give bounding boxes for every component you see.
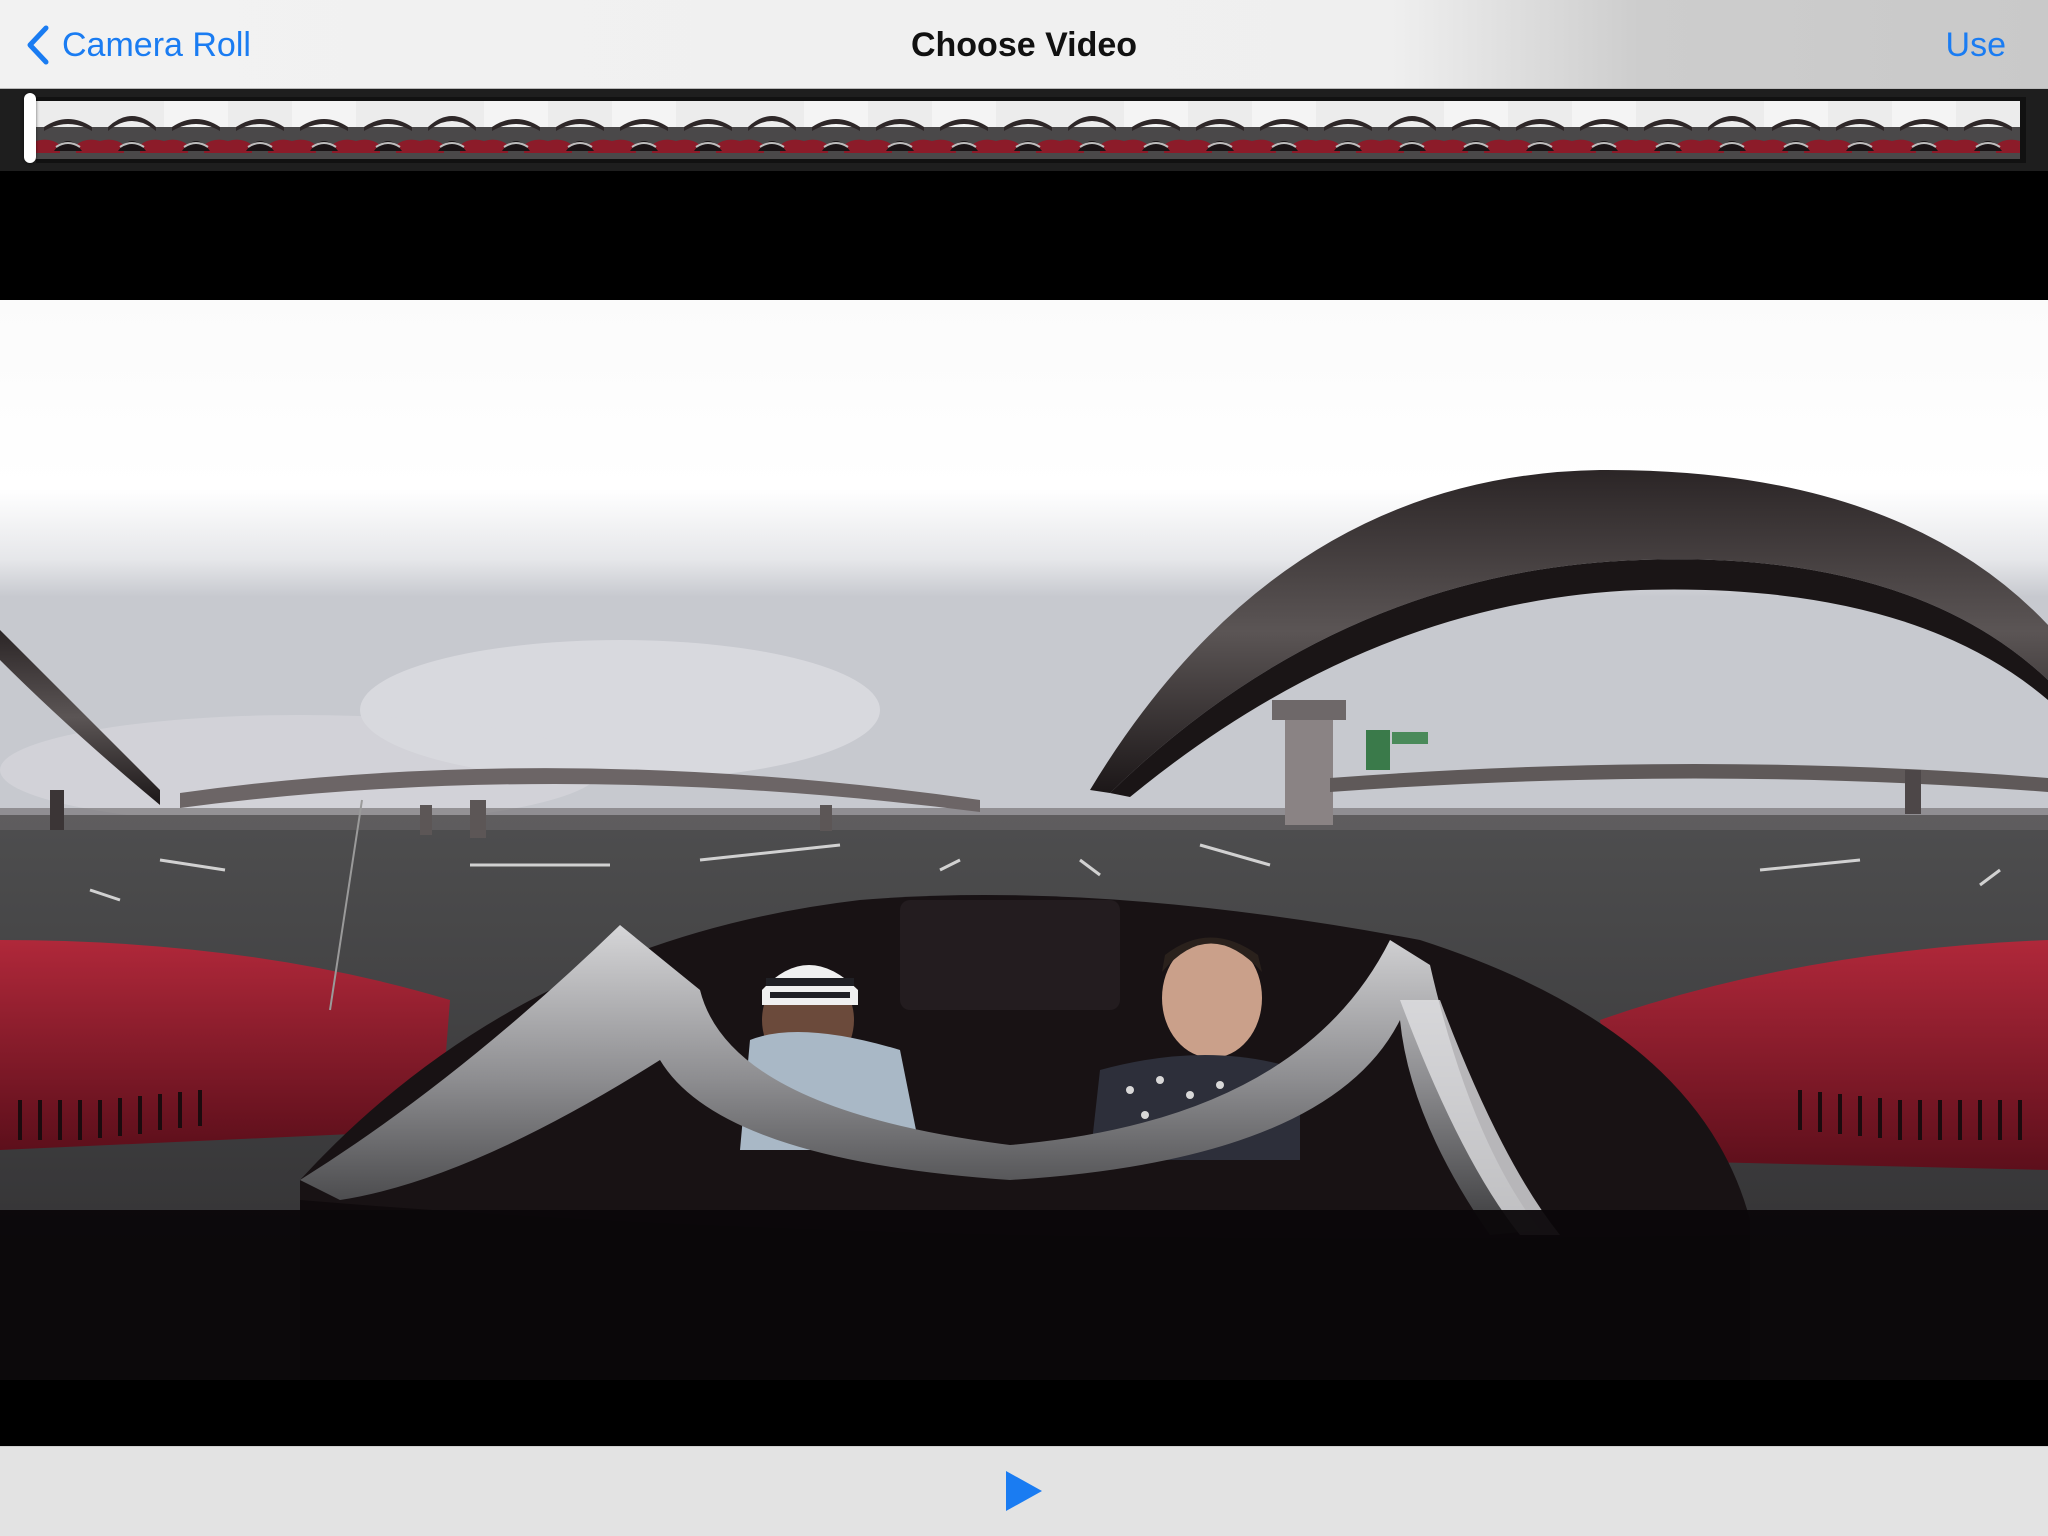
frame-row	[36, 101, 2026, 159]
filmstrip-frame	[676, 101, 740, 159]
filmstrip-frame	[1892, 101, 1956, 159]
playhead-handle[interactable]	[24, 93, 36, 163]
filmstrip-frame	[1572, 101, 1636, 159]
video-frame[interactable]	[0, 300, 2048, 1380]
filmstrip-frame	[1188, 101, 1252, 159]
navigation-bar: Camera Roll Choose Video Use	[0, 0, 2048, 89]
filmstrip-frame	[164, 101, 228, 159]
filmstrip-frame	[1380, 101, 1444, 159]
video-preview-area[interactable]	[0, 171, 2048, 1445]
filmstrip-frame	[1060, 101, 1124, 159]
filmstrip-frame	[740, 101, 804, 159]
filmstrip-frame	[36, 101, 100, 159]
filmstrip-frame	[1444, 101, 1508, 159]
filmstrip-frame	[1828, 101, 1892, 159]
use-button[interactable]: Use	[1946, 22, 2006, 68]
filmstrip-frame	[228, 101, 292, 159]
play-icon	[1006, 1471, 1042, 1511]
filmstrip-frame	[100, 101, 164, 159]
page-title: Choose Video	[910, 26, 1138, 64]
choose-video-screen: Camera Roll Choose Video Use	[0, 0, 2048, 1536]
filmstrip-frame	[1316, 101, 1380, 159]
play-button[interactable]	[1000, 1467, 1048, 1515]
bottom-toolbar	[0, 1446, 2048, 1536]
video-frame-image	[0, 300, 2048, 1380]
filmstrip-frame	[292, 101, 356, 159]
filmstrip-frame	[1700, 101, 1764, 159]
filmstrip-scrubber[interactable]	[0, 89, 2048, 171]
filmstrip-frame	[1124, 101, 1188, 159]
filmstrip-frame	[484, 101, 548, 159]
filmstrip-frame	[932, 101, 996, 159]
filmstrip-frame	[1508, 101, 1572, 159]
filmstrip-frame	[1764, 101, 1828, 159]
filmstrip-frame	[612, 101, 676, 159]
filmstrip-frame	[868, 101, 932, 159]
filmstrip-frame	[420, 101, 484, 159]
filmstrip-frame	[804, 101, 868, 159]
filmstrip-frame	[548, 101, 612, 159]
filmstrip-frame	[1252, 101, 1316, 159]
filmstrip-frames[interactable]	[36, 97, 2026, 163]
filmstrip-frame	[1956, 101, 2020, 159]
filmstrip-frame	[1636, 101, 1700, 159]
filmstrip-frame	[996, 101, 1060, 159]
filmstrip-frame	[356, 101, 420, 159]
